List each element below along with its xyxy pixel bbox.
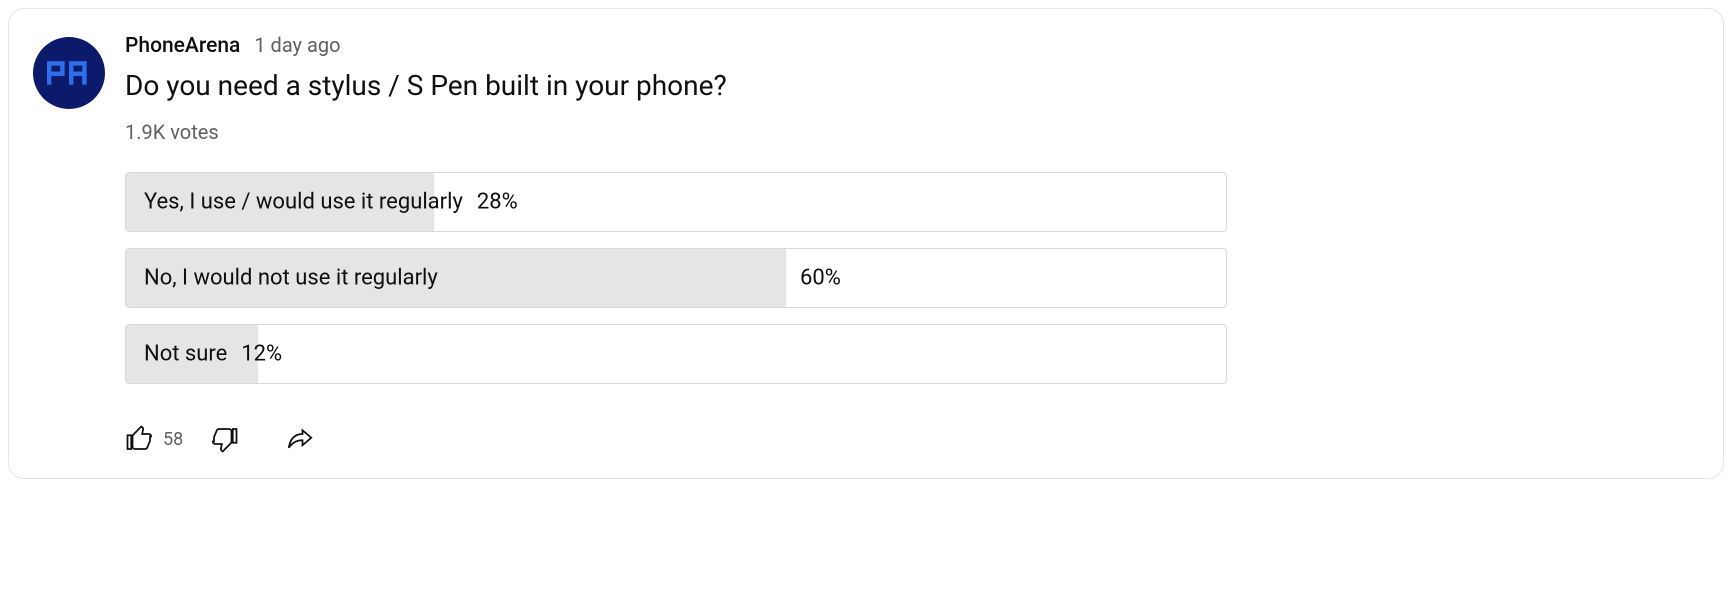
- like-group: 58: [125, 424, 183, 454]
- post-timestamp[interactable]: 1 day ago: [254, 33, 340, 57]
- author-name[interactable]: PhoneArena: [125, 34, 240, 58]
- poll-options: Yes, I use / would use it regularly 28% …: [125, 172, 1227, 384]
- like-button[interactable]: [125, 424, 155, 454]
- poll-option-label: No, I would not use it regularly: [144, 266, 438, 291]
- dislike-button[interactable]: [209, 424, 239, 454]
- poll-option-percent: 28%: [477, 190, 518, 215]
- poll-actions: 58: [125, 424, 1691, 454]
- poll-header: PhoneArena 1 day ago: [125, 33, 1691, 58]
- poll-option-percent: 60%: [800, 266, 841, 291]
- thumbs-up-icon: [125, 424, 155, 454]
- poll-option[interactable]: No, I would not use it regularly 60%: [125, 248, 1227, 308]
- thumbs-down-icon: [209, 424, 239, 454]
- vote-count: 1.9K votes: [125, 120, 1691, 144]
- poll-option[interactable]: Not sure 12%: [125, 324, 1227, 384]
- poll-option[interactable]: Yes, I use / would use it regularly 28%: [125, 172, 1227, 232]
- poll-option-text: No, I would not use it regularly: [144, 266, 438, 291]
- poll-content: PhoneArena 1 day ago Do you need a stylu…: [125, 33, 1691, 454]
- poll-option-label: Yes, I use / would use it regularly: [144, 190, 463, 215]
- poll-question: Do you need a stylus / S Pen built in yo…: [125, 68, 1691, 104]
- share-button[interactable]: [285, 424, 315, 454]
- poll-option-text: Yes, I use / would use it regularly 28%: [144, 190, 518, 215]
- share-arrow-icon: [285, 424, 315, 454]
- avatar[interactable]: [33, 37, 105, 109]
- like-count: 58: [163, 429, 183, 450]
- poll-card: PhoneArena 1 day ago Do you need a stylu…: [8, 8, 1724, 479]
- poll-option-text: Not sure 12%: [144, 342, 282, 367]
- poll-option-label: Not sure: [144, 342, 227, 367]
- poll-option-percent: 12%: [241, 342, 282, 367]
- avatar-logo-icon: [47, 60, 91, 86]
